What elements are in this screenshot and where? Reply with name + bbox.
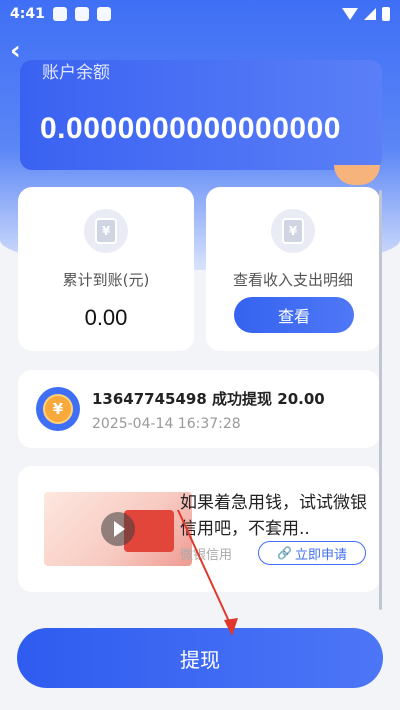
record-time: 2025-04-14 16:37:28 (92, 416, 241, 432)
ad-video-thumbnail[interactable] (44, 492, 192, 566)
scrollbar[interactable] (379, 190, 382, 610)
status-time: 4:41 (10, 6, 45, 22)
view-details-button[interactable]: 查看 (234, 297, 354, 333)
cumulative-card: ¥ 累计到账(元) 0.00 (18, 187, 194, 351)
yen-coin-icon: ¥ (84, 209, 128, 253)
cumulative-title: 累计到账(元) (62, 271, 150, 289)
record-title: 13647745498 成功提现 20.00 (92, 390, 325, 408)
yen-coin-icon: ¥ (271, 209, 315, 253)
balance-card: 账户余额 0.0000000000000000 (20, 60, 382, 170)
balance-label: 账户余额 (42, 63, 110, 83)
ad-source: 微银信用 (180, 548, 233, 563)
gold-coin-icon: ¥ (36, 387, 80, 431)
notification-icon (52, 7, 67, 21)
signal-icon (364, 8, 376, 20)
play-icon[interactable] (101, 512, 135, 546)
ad-text: 如果着急用钱，试试微银信用吧，不套用.. (180, 493, 367, 539)
wifi-icon (342, 8, 358, 20)
link-icon: 🔗 (277, 546, 292, 560)
notification-icon (96, 7, 111, 21)
cumulative-value: 0.00 (84, 305, 128, 330)
withdraw-record: ¥ 13647745498 成功提现 20.00 2025-04-14 16:3… (18, 370, 380, 448)
notification-icon (74, 7, 89, 21)
apply-now-label: 立即申请 (294, 547, 347, 563)
apply-now-button[interactable]: 🔗 立即申请 (258, 541, 366, 565)
status-bar: 4:41 (0, 0, 400, 28)
withdraw-button[interactable]: 提现 (17, 628, 383, 688)
back-arrow-icon[interactable]: ‹ (10, 38, 36, 66)
details-card: ¥ 查看收入支出明细 查看 (206, 187, 380, 351)
ad-card[interactable]: 如果着急用钱，试试微银信用吧，不套用.. 微银信用 🔗 立即申请 (18, 466, 380, 592)
balance-value: 0.0000000000000000 (40, 112, 341, 145)
battery-icon (382, 7, 390, 21)
details-title: 查看收入支出明细 (232, 271, 353, 289)
